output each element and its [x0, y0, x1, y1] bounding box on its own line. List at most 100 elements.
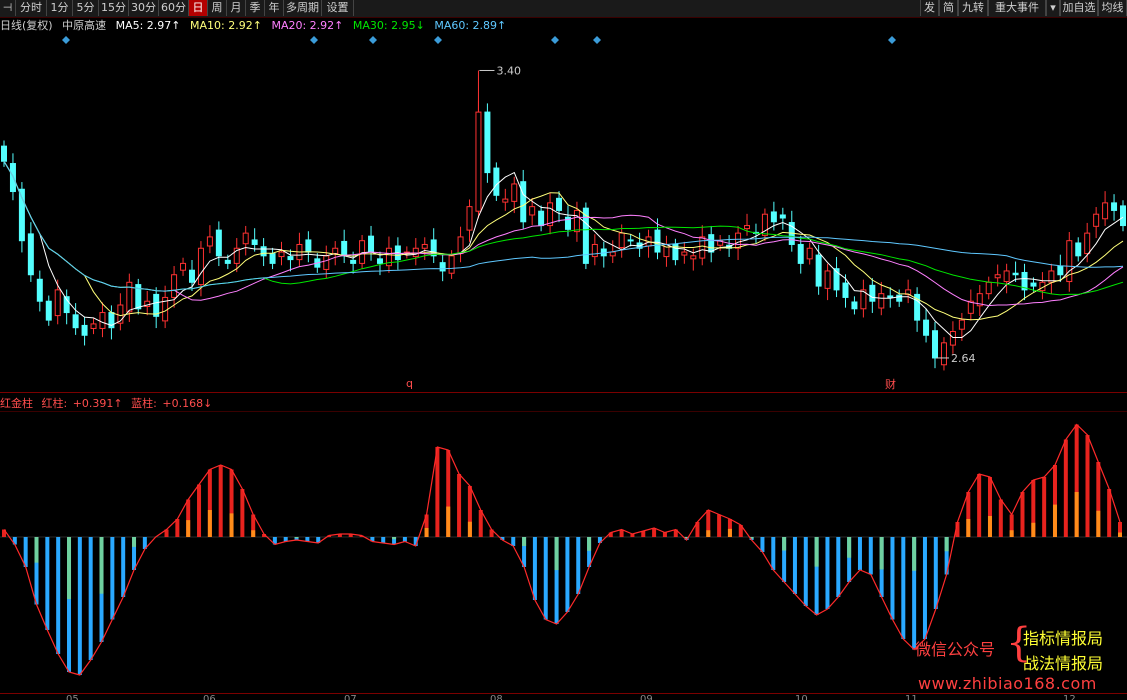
- candle-body: [520, 181, 527, 223]
- candle-body: [475, 111, 482, 212]
- blue-bar: [121, 537, 126, 597]
- candle-body: [242, 232, 249, 245]
- green-bar: [912, 537, 917, 571]
- brand-one: 指标情报局: [1023, 629, 1104, 648]
- blue-bar: [56, 537, 61, 654]
- candle-body: [985, 281, 992, 295]
- blue-bar: [922, 537, 927, 639]
- ma5-line: [3, 161, 1124, 338]
- candle-body: [359, 240, 366, 264]
- gold-bar: [467, 521, 472, 537]
- blue-bar: [576, 537, 581, 594]
- candle-body: [609, 251, 616, 257]
- red-bar: [478, 510, 483, 537]
- candle-body: [287, 256, 294, 261]
- candle-body: [1, 145, 7, 162]
- gold-bar: [1052, 504, 1057, 537]
- candle-body: [699, 236, 706, 259]
- candle-body: [224, 259, 231, 264]
- date-tick-label: 07: [344, 694, 357, 700]
- candle-body: [81, 324, 88, 336]
- red-bar: [457, 474, 462, 537]
- green-bar: [587, 537, 592, 551]
- candle-body: [502, 198, 509, 203]
- blue-bar: [857, 537, 862, 570]
- event-diamond-icon: [888, 36, 896, 44]
- blue-bar: [23, 537, 28, 567]
- candle-body: [1120, 205, 1126, 227]
- candle-body: [591, 243, 598, 258]
- date-tick-label: 09: [640, 694, 653, 700]
- candle-body: [439, 262, 446, 272]
- date-tick-label: 10: [795, 694, 808, 700]
- candle-body: [171, 274, 178, 298]
- candle-body: [323, 255, 330, 270]
- gold-bar: [229, 513, 234, 537]
- candle-body: [690, 255, 697, 260]
- green-bar: [99, 537, 104, 594]
- candle-body: [627, 239, 634, 242]
- event-diamond-icon: [62, 36, 70, 44]
- blue-bar: [792, 537, 797, 594]
- candle-body: [206, 236, 213, 247]
- event-marker-cai: 财: [885, 377, 896, 391]
- green-bar: [814, 537, 819, 567]
- candle-body: [368, 235, 375, 253]
- event-diamond-icon: [434, 36, 442, 44]
- candle-body: [538, 210, 545, 227]
- date-tick-label: 06: [203, 694, 216, 700]
- blue-bar: [543, 537, 548, 620]
- candle-body: [1057, 265, 1064, 276]
- green-bar: [392, 537, 397, 540]
- candle-body: [806, 247, 813, 260]
- candle-body: [1093, 213, 1100, 227]
- candle-body: [484, 111, 491, 174]
- candle-body: [815, 254, 822, 287]
- high-price-label: 3.40: [496, 64, 521, 77]
- candle-body: [278, 251, 285, 258]
- gold-bar: [207, 510, 212, 537]
- date-tick-label: 05: [66, 694, 79, 700]
- candle-body: [708, 234, 715, 253]
- candle-body: [466, 206, 473, 231]
- gold-bar: [1096, 510, 1101, 537]
- blue-bar: [402, 537, 407, 542]
- candle-body: [269, 253, 276, 264]
- candle-body: [1084, 232, 1091, 255]
- candle-body: [618, 232, 625, 249]
- blue-bar: [532, 537, 537, 600]
- candle-body: [54, 289, 61, 317]
- candle-body: [923, 319, 930, 336]
- gold-bar: [966, 519, 971, 537]
- red-bar: [717, 514, 722, 537]
- candle-body: [45, 300, 52, 321]
- candle-body: [940, 342, 947, 366]
- candle-body: [305, 239, 312, 253]
- gold-bar: [186, 520, 191, 537]
- green-bar: [34, 537, 39, 563]
- green-bar: [522, 537, 527, 546]
- red-bar: [1063, 439, 1068, 537]
- candle-body: [448, 255, 455, 274]
- green-bar: [294, 537, 299, 539]
- candle-body: [332, 247, 339, 255]
- green-bar: [782, 537, 787, 551]
- red-bar: [998, 499, 1003, 537]
- ma60-line: [3, 161, 1124, 292]
- blue-bar: [77, 537, 82, 675]
- kline-chart[interactable]: 3.40 2.64 q 财 05 06 07 08 09 10 11 12: [0, 0, 1127, 700]
- candle-body: [573, 209, 580, 233]
- candle-body: [735, 232, 742, 249]
- candle-body: [779, 214, 786, 219]
- candle-body: [99, 312, 106, 329]
- red-bar: [175, 519, 180, 537]
- candle-body: [511, 183, 518, 202]
- red-bar: [662, 532, 667, 537]
- green-bar: [879, 537, 884, 570]
- event-diamond-icon: [593, 36, 601, 44]
- candle-body: [842, 282, 849, 298]
- gold-bar: [1031, 522, 1036, 537]
- red-bar: [197, 484, 202, 537]
- blue-bar: [771, 537, 776, 570]
- red-bar: [240, 489, 245, 537]
